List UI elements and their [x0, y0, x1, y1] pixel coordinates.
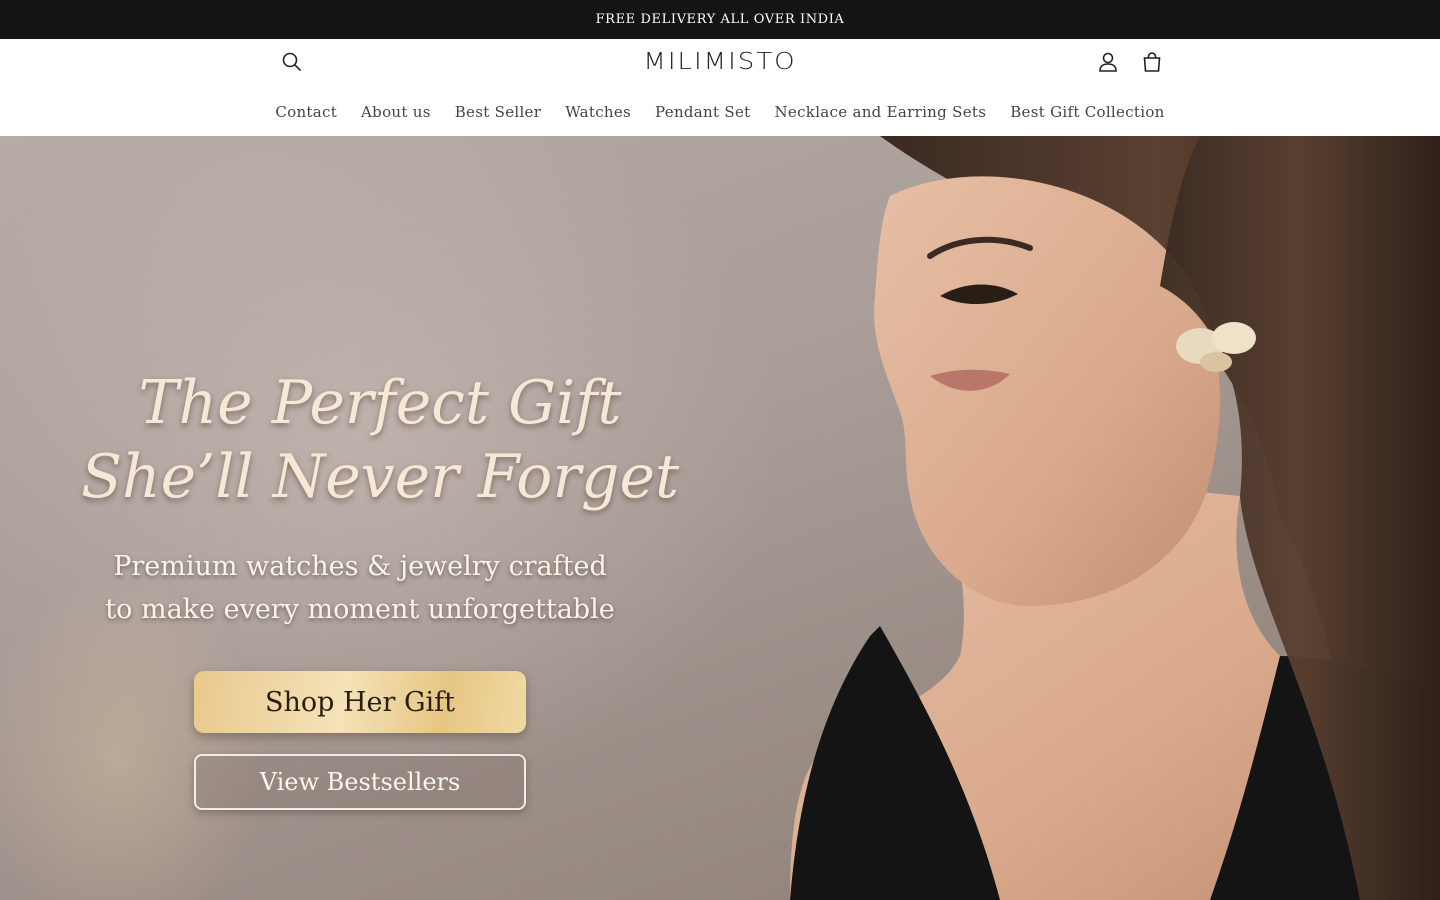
- hero-headline-line-1: The Perfect Gift: [138, 368, 622, 438]
- shop-her-gift-label: Shop Her Gift: [264, 686, 456, 718]
- announcement-bar: FREE DELIVERY ALL OVER INDIA: [0, 0, 1440, 39]
- cart-button[interactable]: [1140, 50, 1164, 74]
- nav-item-necklace-earring-sets[interactable]: Necklace and Earring Sets: [763, 103, 999, 121]
- hero-subtitle-line-1: Premium watches & jewelry crafted: [113, 551, 607, 582]
- nav-item-contact[interactable]: Contact: [263, 103, 349, 121]
- nav-item-best-gift-collection[interactable]: Best Gift Collection: [998, 103, 1176, 121]
- shop-her-gift-button[interactable]: Shop Her Gift: [194, 671, 526, 733]
- site-logo[interactable]: MILIMISTO: [0, 47, 1440, 77]
- site-header: MILIMISTO Contact About us Best Seller W…: [0, 39, 1440, 136]
- hero-headline-line-2: She’ll Never Forget: [80, 442, 680, 512]
- hero-model-image: [790, 136, 1440, 900]
- nav-item-about-us[interactable]: About us: [349, 103, 443, 121]
- account-icon: [1099, 52, 1117, 72]
- hero-banner[interactable]: The Perfect Gift She’ll Never Forget Pre…: [0, 136, 1440, 900]
- view-bestsellers-label: View Bestsellers: [259, 768, 461, 796]
- cart-icon: [1143, 52, 1161, 72]
- nav-item-best-seller[interactable]: Best Seller: [443, 103, 554, 121]
- main-nav: Contact About us Best Seller Watches Pen…: [0, 103, 1440, 121]
- nav-item-watches[interactable]: Watches: [553, 103, 643, 121]
- account-button[interactable]: [1096, 50, 1120, 74]
- announcement-text: FREE DELIVERY ALL OVER INDIA: [595, 12, 845, 27]
- nav-item-pendant-set[interactable]: Pendant Set: [643, 103, 762, 121]
- view-bestsellers-button[interactable]: View Bestsellers: [194, 754, 526, 810]
- hero-subtitle-line-2: to make every moment unforgettable: [105, 594, 615, 625]
